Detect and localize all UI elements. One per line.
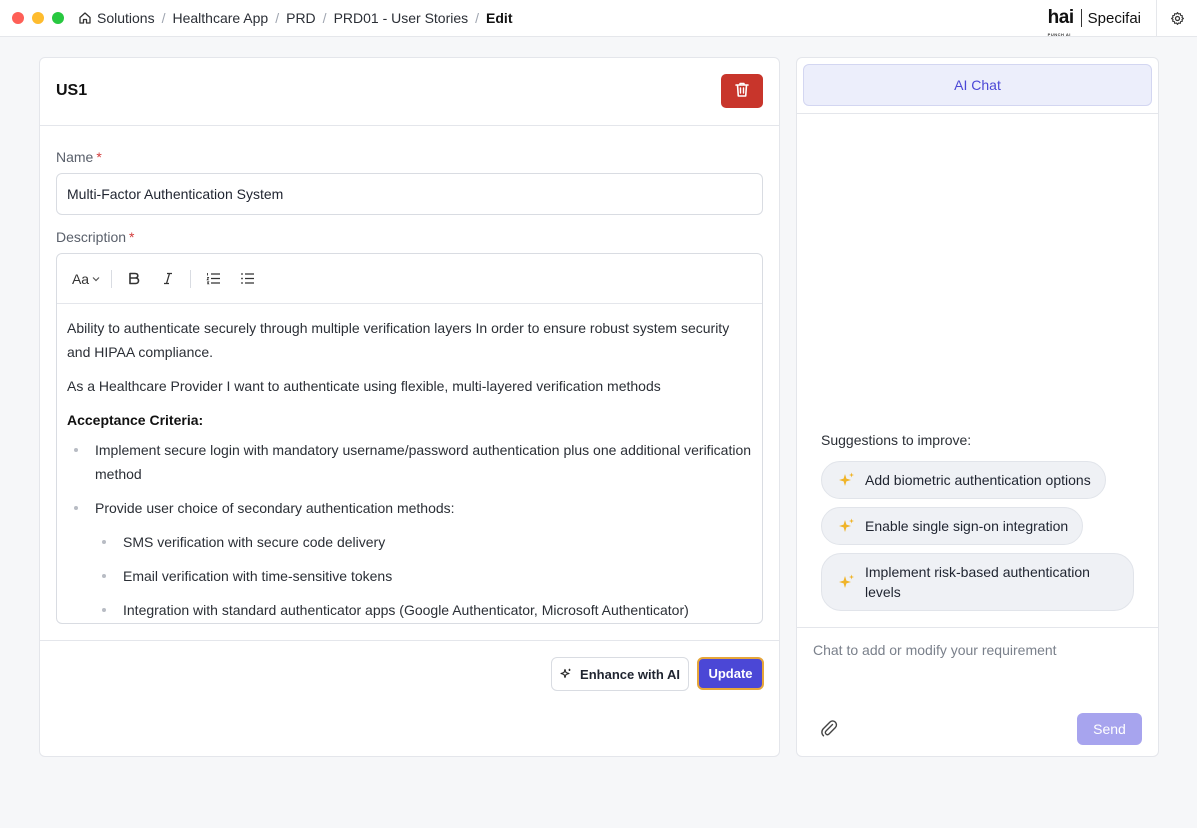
gear-icon[interactable] <box>1170 11 1185 26</box>
chat-input[interactable]: Chat to add or modify your requirement <box>813 642 1057 658</box>
breadcrumb-separator: / <box>322 10 327 26</box>
suggestions-title: Suggestions to improve: <box>821 432 972 448</box>
description-paragraph: Ability to authenticate securely through… <box>67 320 730 360</box>
description-label: Description * <box>56 229 134 245</box>
enhance-with-ai-button[interactable]: Enhance with AI <box>551 657 689 691</box>
window-controls <box>12 12 64 24</box>
suggestion-text: Implement risk-based authentication leve… <box>865 564 1090 600</box>
sparkle-icon <box>839 574 854 588</box>
brand-logo: hai PUNCH AI Specifai <box>1047 7 1141 37</box>
breadcrumb-item-user-stories[interactable]: PRD01 - User Stories <box>334 10 469 26</box>
bold-button[interactable] <box>122 267 146 291</box>
editor-toolbar: Aa <box>57 254 762 304</box>
ordered-list-icon <box>205 273 220 285</box>
breadcrumb-separator: / <box>275 10 280 26</box>
sparkle-icon <box>839 518 854 532</box>
title-bar: Solutions / Healthcare App / PRD / PRD01… <box>0 0 1197 37</box>
suggestion-chip[interactable]: Implement risk-based authentication leve… <box>821 553 1134 611</box>
required-marker: * <box>129 229 135 245</box>
description-paragraph: As a Healthcare Provider I want to authe… <box>67 378 661 394</box>
zoom-window-button[interactable] <box>52 12 64 24</box>
breadcrumb-current: Edit <box>486 10 513 26</box>
suggestion-text: Enable single sign-on integration <box>865 518 1069 534</box>
tab-ai-chat[interactable]: AI Chat <box>803 64 1152 106</box>
footer-divider <box>40 640 779 641</box>
minimize-window-button[interactable] <box>32 12 44 24</box>
sub-list-item: Email verification with time-sensitive t… <box>67 564 752 588</box>
sparkle-icon <box>839 472 854 486</box>
name-input-value: Multi-Factor Authentication System <box>67 186 284 202</box>
breadcrumb-separator: / <box>475 10 480 26</box>
brand-divider <box>1080 9 1082 27</box>
bullet-list-icon <box>240 273 254 284</box>
bold-icon <box>129 272 140 285</box>
update-button[interactable]: Update <box>697 657 764 690</box>
delete-button[interactable] <box>721 74 763 108</box>
bullet-list-button[interactable] <box>235 267 259 291</box>
enhance-with-ai-label: Enhance with AI <box>580 666 680 682</box>
name-label: Name * <box>56 149 102 165</box>
list-item: Provide user choice of secondary authent… <box>67 496 752 520</box>
description-label-text: Description <box>56 229 127 245</box>
sub-list-item: SMS verification with secure code delive… <box>67 530 752 554</box>
italic-button[interactable] <box>156 267 180 291</box>
ai-chat-panel: AI Chat Suggestions to improve: Add biom… <box>796 57 1159 757</box>
sparkle-icon <box>560 668 571 679</box>
breadcrumb-separator: / <box>161 10 166 26</box>
story-editor-panel: US1 Name * Multi-Factor Authentication Sy… <box>39 57 780 757</box>
ordered-list-button[interactable] <box>201 267 225 291</box>
close-window-button[interactable] <box>12 12 24 24</box>
breadcrumb-item-solutions[interactable]: Solutions <box>97 10 155 26</box>
suggestion-chip[interactable]: Add biometric authentication options <box>821 461 1106 499</box>
brand-mark-text: hai <box>1047 7 1074 28</box>
brand-mark: hai PUNCH AI <box>1047 7 1074 37</box>
required-marker: * <box>96 149 102 165</box>
divider <box>797 627 1158 628</box>
home-icon[interactable] <box>78 11 92 25</box>
list-item: Implement secure login with mandatory us… <box>67 438 752 486</box>
story-header: US1 <box>40 58 779 126</box>
name-input[interactable]: Multi-Factor Authentication System <box>56 173 763 215</box>
brand-name: Specifai <box>1087 9 1141 27</box>
paperclip-icon[interactable] <box>819 718 839 738</box>
chevron-down-icon <box>92 276 100 281</box>
suggestion-text: Add biometric authentication options <box>865 472 1091 488</box>
breadcrumb-item-prd[interactable]: PRD <box>286 10 316 26</box>
toolbar-divider <box>111 269 112 288</box>
font-size-dropdown[interactable]: Aa <box>69 267 103 291</box>
send-button[interactable]: Send <box>1077 713 1142 745</box>
suggestion-chip[interactable]: Enable single sign-on integration <box>821 507 1084 545</box>
sub-list-item: Integration with standard authenticator … <box>67 598 752 622</box>
divider <box>797 113 1158 114</box>
trash-icon <box>734 81 750 101</box>
brand-mark-subtext: PUNCH AI <box>1047 32 1071 37</box>
divider <box>1156 0 1157 37</box>
acceptance-criteria-heading: Acceptance Criteria: <box>67 412 204 428</box>
breadcrumb: Solutions / Healthcare App / PRD / PRD01… <box>78 10 513 26</box>
story-id: US1 <box>56 82 88 99</box>
description-editor[interactable]: Aa Ability to authenticate securely thro… <box>56 253 763 624</box>
breadcrumb-item-healthcare-app[interactable]: Healthcare App <box>172 10 268 26</box>
font-size-label: Aa <box>71 270 90 287</box>
name-label-text: Name <box>56 149 94 165</box>
editor-content[interactable]: Ability to authenticate securely through… <box>57 304 762 622</box>
toolbar-divider <box>190 269 191 288</box>
italic-icon <box>164 272 172 285</box>
